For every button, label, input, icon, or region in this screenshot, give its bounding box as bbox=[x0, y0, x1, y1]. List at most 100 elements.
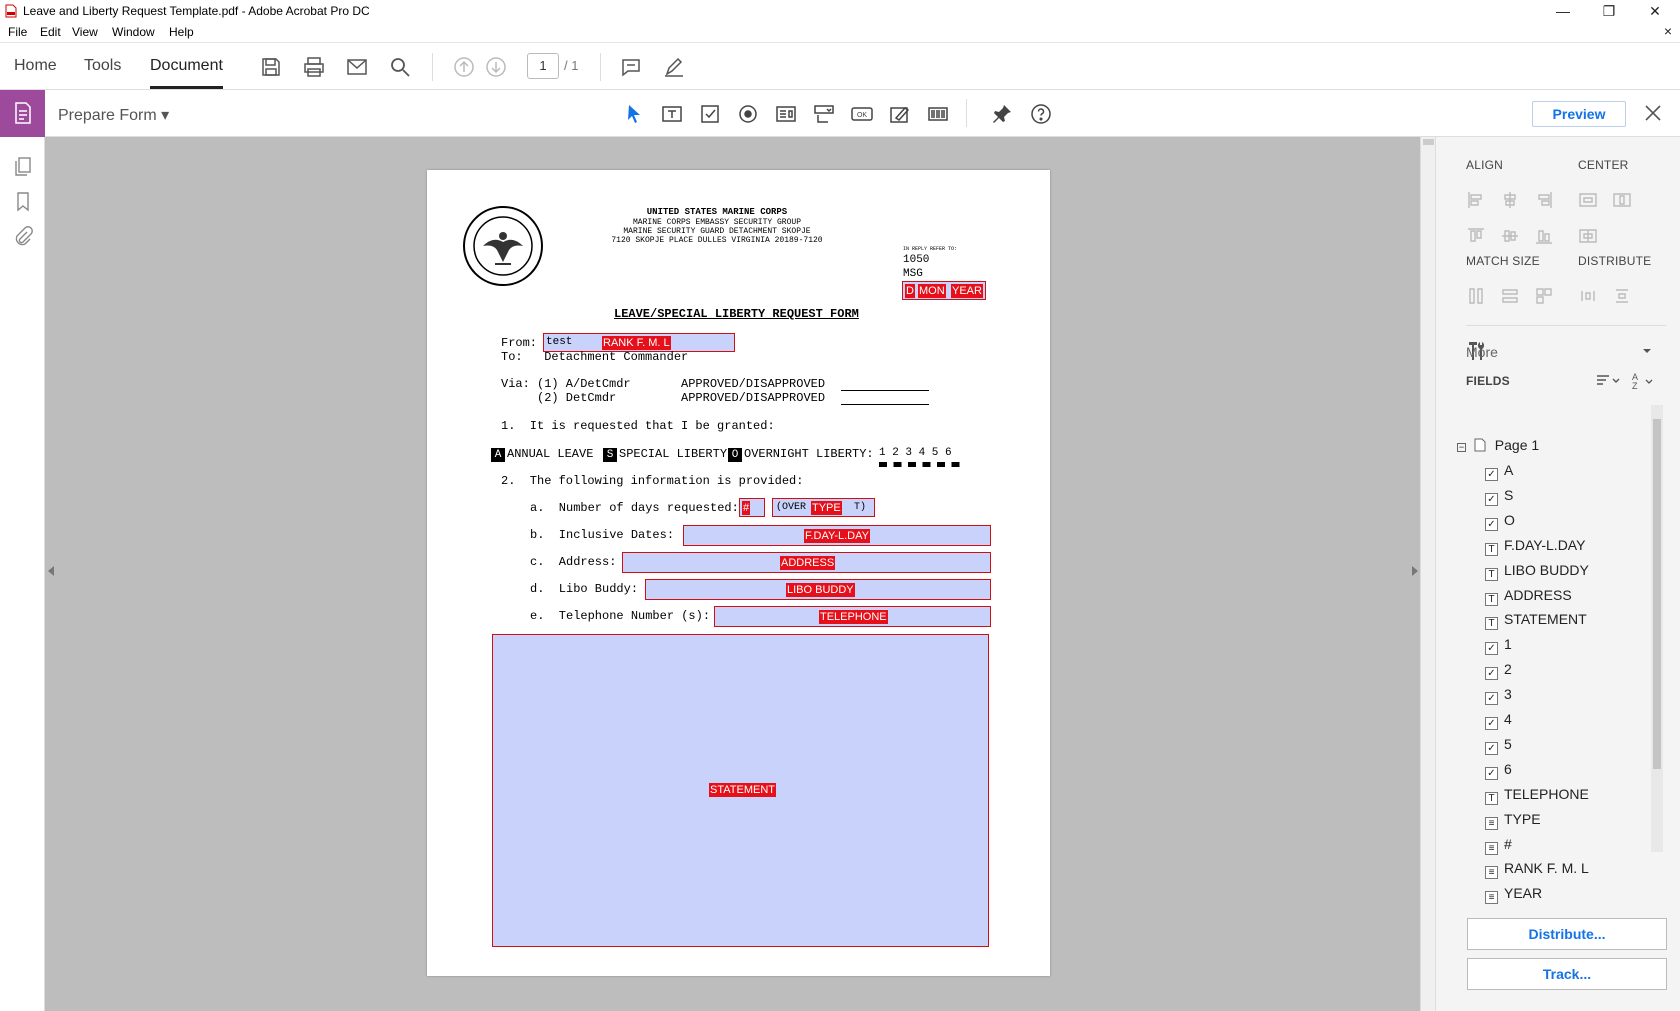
field-tree-item[interactable]: T STATEMENT bbox=[1485, 611, 1587, 631]
distribute-button[interactable]: Distribute... bbox=[1467, 918, 1667, 950]
align-left-icon[interactable] bbox=[1466, 190, 1486, 210]
telephone-field-tag[interactable]: TELEPHONE bbox=[819, 610, 888, 624]
checkbox-tool-icon[interactable] bbox=[698, 102, 722, 126]
statement-field[interactable]: STATEMENT bbox=[492, 634, 989, 947]
field-tree-item[interactable]: T TELEPHONE bbox=[1485, 786, 1589, 806]
signature-tool-icon[interactable] bbox=[888, 102, 912, 126]
field-tree-item[interactable]: ✓ O bbox=[1485, 512, 1515, 532]
field-tree-item[interactable]: T LIBO BUDDY bbox=[1485, 562, 1589, 582]
prepare-form-title[interactable]: Prepare Form ▾ bbox=[58, 105, 169, 125]
tab-home[interactable]: Home bbox=[14, 57, 57, 75]
collapse-left-panel-icon[interactable] bbox=[47, 565, 55, 577]
align-right-icon[interactable] bbox=[1534, 190, 1554, 210]
field-tree-item[interactable]: ✓ 4 bbox=[1485, 711, 1512, 731]
field-tree-item[interactable]: ✓ 5 bbox=[1485, 736, 1512, 756]
field-tree-item[interactable]: ✓ A bbox=[1485, 462, 1513, 482]
center-horizontal-icon[interactable] bbox=[1578, 190, 1598, 210]
field-tree-item[interactable]: ✓ 6 bbox=[1485, 761, 1512, 781]
checkbox-overnight-liberty[interactable]: O bbox=[728, 448, 742, 462]
pin-icon[interactable] bbox=[990, 102, 1014, 126]
fields-scrollbar[interactable] bbox=[1651, 405, 1663, 852]
telephone-field[interactable]: TELEPHONE bbox=[714, 606, 991, 627]
center-both-icon[interactable] bbox=[1578, 226, 1598, 246]
button-tool-icon[interactable]: OK bbox=[850, 102, 874, 126]
minimize-button[interactable]: — bbox=[1540, 0, 1586, 22]
close-window-button[interactable]: ✕ bbox=[1632, 0, 1678, 22]
sign-pen-icon[interactable] bbox=[662, 55, 686, 79]
scroll-thumb[interactable] bbox=[1423, 139, 1434, 145]
menu-edit[interactable]: Edit bbox=[40, 25, 61, 39]
barcode-tool-icon[interactable] bbox=[926, 102, 950, 126]
field-tree-item[interactable]: ≡ YEAR bbox=[1485, 885, 1542, 905]
type-field-tag[interactable]: TYPE bbox=[811, 501, 842, 515]
collapse-right-panel-icon[interactable] bbox=[1411, 565, 1419, 577]
day-field-tag[interactable]: D bbox=[905, 284, 915, 298]
match-height-icon[interactable] bbox=[1500, 286, 1520, 306]
leave-type-field[interactable]: (OVER T) TYPE bbox=[772, 498, 875, 517]
menu-window[interactable]: Window bbox=[112, 25, 155, 39]
date-field-group[interactable]: D MON YEAR bbox=[902, 281, 986, 300]
field-tree-item[interactable]: T ADDRESS bbox=[1485, 587, 1572, 607]
align-vertical-center-icon[interactable] bbox=[1500, 226, 1520, 246]
email-icon[interactable] bbox=[345, 55, 369, 79]
center-vertical-icon[interactable] bbox=[1612, 190, 1632, 210]
dates-field-tag[interactable]: F.DAY-L.DAY bbox=[804, 529, 870, 543]
maximize-button[interactable]: ❐ bbox=[1586, 0, 1632, 22]
field-tree-item[interactable]: ≡ RANK F. M. L bbox=[1485, 860, 1589, 880]
address-field-tag[interactable]: ADDRESS bbox=[780, 556, 836, 570]
print-icon[interactable] bbox=[302, 55, 326, 79]
libo-buddy-field-tag[interactable]: LIBO BUDDY bbox=[786, 583, 855, 597]
tab-tools[interactable]: Tools bbox=[84, 57, 121, 75]
days-number-field[interactable]: # bbox=[739, 498, 765, 517]
align-horizontal-center-icon[interactable] bbox=[1500, 190, 1520, 210]
attachment-icon[interactable] bbox=[12, 225, 34, 247]
close-document-button[interactable]: × bbox=[1664, 23, 1672, 39]
save-icon[interactable] bbox=[259, 55, 283, 79]
bookmark-icon[interactable] bbox=[12, 190, 34, 212]
close-tool-icon[interactable] bbox=[1642, 102, 1664, 124]
checkbox-special-liberty[interactable]: S bbox=[603, 448, 617, 462]
search-icon[interactable] bbox=[388, 55, 412, 79]
align-bottom-icon[interactable] bbox=[1534, 226, 1554, 246]
rank-field-tag[interactable]: RANK F. M. L bbox=[602, 336, 671, 350]
preview-button[interactable]: Preview bbox=[1532, 101, 1626, 127]
field-tree-item[interactable]: ✓ S bbox=[1485, 487, 1513, 507]
menu-help[interactable]: Help bbox=[169, 25, 194, 39]
next-page-icon[interactable] bbox=[484, 55, 508, 79]
field-tree-item[interactable]: T F.DAY-L.DAY bbox=[1485, 537, 1585, 557]
list-box-tool-icon[interactable] bbox=[774, 102, 798, 126]
dropdown-tool-icon[interactable] bbox=[812, 102, 836, 126]
fields-scroll-thumb[interactable] bbox=[1653, 419, 1661, 769]
distribute-vertical-icon[interactable] bbox=[1612, 286, 1632, 306]
comment-icon[interactable] bbox=[619, 55, 643, 79]
page-thumbnails-icon[interactable] bbox=[12, 155, 34, 177]
address-field[interactable]: ADDRESS bbox=[622, 552, 991, 573]
page-number-input[interactable]: 1 bbox=[527, 53, 559, 79]
radio-button-tool-icon[interactable] bbox=[736, 102, 760, 126]
field-tree-item[interactable]: ≡ TYPE bbox=[1485, 811, 1541, 831]
align-top-icon[interactable] bbox=[1466, 226, 1486, 246]
checkbox-annual-leave[interactable]: A bbox=[491, 448, 505, 462]
more-chevron-down-icon[interactable] bbox=[1642, 348, 1652, 354]
day-checkboxes-1-6[interactable] bbox=[879, 462, 961, 467]
number-field-tag[interactable]: # bbox=[742, 501, 751, 515]
vertical-scrollbar[interactable] bbox=[1420, 137, 1435, 1011]
match-both-icon[interactable] bbox=[1534, 286, 1554, 306]
text-field-tool-icon[interactable] bbox=[660, 102, 684, 126]
field-tree-item[interactable]: ≡ # bbox=[1485, 836, 1512, 856]
help-icon[interactable] bbox=[1029, 102, 1053, 126]
match-width-icon[interactable] bbox=[1466, 286, 1486, 306]
statement-field-tag[interactable]: STATEMENT bbox=[709, 783, 776, 797]
distribute-horizontal-icon[interactable] bbox=[1578, 286, 1598, 306]
inclusive-dates-field[interactable]: F.DAY-L.DAY bbox=[683, 525, 991, 546]
libo-buddy-field[interactable]: LIBO BUDDY bbox=[645, 579, 991, 600]
tab-document[interactable]: Document bbox=[150, 57, 223, 89]
field-tree-item[interactable]: ✓ 2 bbox=[1485, 661, 1512, 681]
sort-alphabetical-icon[interactable]: AZ bbox=[1632, 372, 1656, 390]
menu-view[interactable]: View bbox=[72, 25, 98, 39]
tree-page-node[interactable]: − Page 1 bbox=[1457, 437, 1539, 457]
field-tree-item[interactable]: ✓ 3 bbox=[1485, 686, 1512, 706]
field-tree-item[interactable]: ✓ 1 bbox=[1485, 636, 1512, 656]
month-field-tag[interactable]: MON bbox=[918, 284, 946, 298]
year-field-tag[interactable]: YEAR bbox=[951, 284, 983, 298]
